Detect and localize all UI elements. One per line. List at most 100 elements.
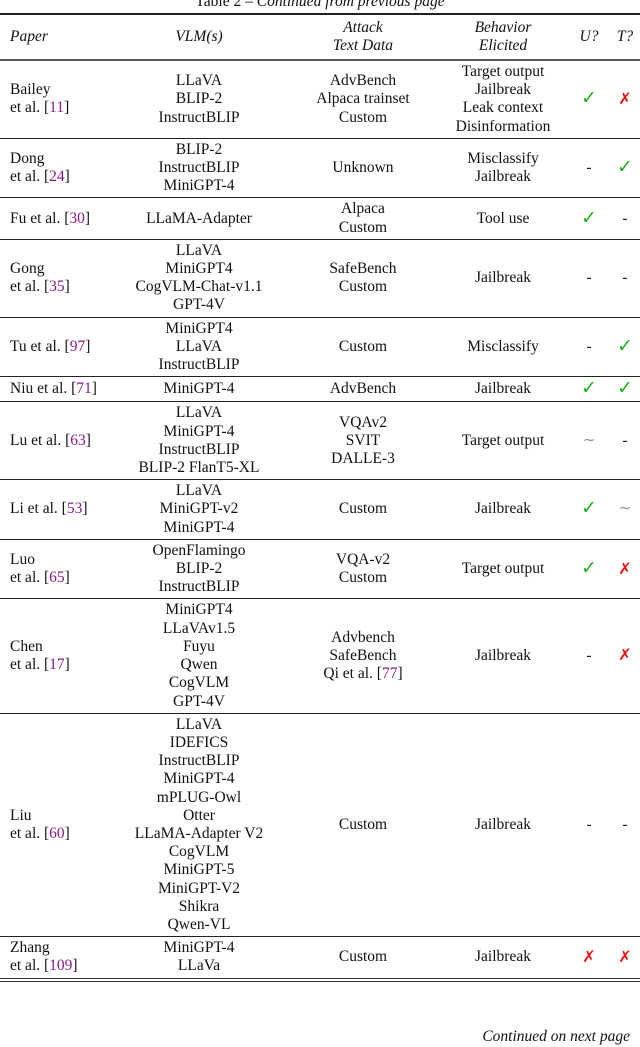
cross-icon: ✗: [618, 88, 632, 108]
attack-dataset-line: AdvBench: [288, 380, 438, 398]
u-cell: -: [568, 317, 610, 377]
table-row: Luo et al. [65] OpenFlamingo BLIP-2 Instruct…: [0, 539, 640, 599]
attack-dataset-line: SVIT: [288, 432, 438, 450]
paper-name-line: Fu et al. [30]: [10, 209, 91, 227]
attack-dataset-line: Alpaca: [288, 200, 438, 218]
attack-dataset-line: Custom: [288, 948, 438, 966]
behavior-item: Jailbreak: [475, 948, 531, 966]
behavior-item: Target output: [461, 560, 545, 578]
check-icon: ✓: [581, 377, 597, 400]
vlms-cell: MiniGPT4 LLaVAv1.5 Fuyu Qwen CogVLM GPT-4V: [110, 599, 288, 713]
check-icon: ✓: [581, 87, 597, 110]
vlm-name: MiniGPT-V2: [157, 879, 241, 897]
vlm-name: Otter: [183, 806, 215, 824]
attack-dataset-line: Custom: [288, 219, 438, 237]
citation-link[interactable]: 17: [49, 656, 65, 673]
behavior-cell: Misclassify: [438, 317, 568, 377]
attack-dataset-line: VQAv2: [288, 414, 438, 432]
behavior-cell: Jailbreak: [438, 480, 568, 540]
vlm-name: InstructBLIP: [158, 752, 240, 770]
vlms-cell: LLaVA IDEFICS InstructBLIP MiniGPT-4 mPLUG-O…: [110, 713, 288, 936]
paper-name-line: et al. [24]: [10, 168, 70, 186]
paper-name: et al.: [10, 278, 41, 296]
attack-data-cell: Alpaca Custom: [288, 198, 438, 239]
attack-data-cell: Advbench SafeBench Qi et al. [77]: [288, 599, 438, 713]
vlm-name: MiniGPT-4: [163, 770, 235, 788]
citation-link[interactable]: 97: [70, 338, 86, 355]
vlm-name: InstructBLIP: [158, 356, 240, 374]
attack-dataset: Custom: [338, 218, 388, 236]
t-cell: ✗: [610, 937, 640, 980]
t-cell: -: [610, 239, 640, 317]
u-cell: -: [568, 599, 610, 713]
t-cell: ✗: [610, 599, 640, 713]
vlm-name: LLaVA: [175, 241, 223, 259]
vlms-cell: LLaVA BLIP-2 InstructBLIP: [110, 60, 288, 138]
citation-link[interactable]: 53: [67, 500, 83, 517]
citation-link[interactable]: 71: [76, 380, 92, 397]
u-cell: ✗: [568, 937, 610, 980]
paper-name-line: et al. [11]: [10, 99, 70, 117]
t-cell: ✗: [610, 539, 640, 599]
attack-dataset: VQA-v2: [335, 550, 391, 568]
behavior-item: Target output: [461, 431, 545, 449]
attack-dataset: SVIT: [345, 431, 381, 449]
attack-dataset-line: SafeBench: [288, 647, 438, 665]
u-cell: -: [568, 239, 610, 317]
citation-link[interactable]: 24: [49, 168, 65, 185]
citation-link[interactable]: 60: [49, 825, 65, 842]
citation-link[interactable]: 35: [49, 278, 65, 295]
table-row: Dong et al. [24] BLIP-2 InstructBLIP MiniGPT…: [0, 138, 640, 198]
paper-name: Dong: [10, 149, 45, 167]
vlm-name: MiniGPT-4: [163, 939, 235, 957]
paper-name: Gong: [10, 260, 45, 278]
citation-link[interactable]: 109: [49, 957, 72, 974]
attack-dataset-line: DALLE-3: [288, 450, 438, 468]
citation-link[interactable]: 65: [49, 569, 65, 586]
attack-dataset: AdvBench: [329, 380, 397, 398]
behavior-item: Jailbreak: [475, 646, 531, 664]
citation-link[interactable]: 63: [70, 432, 86, 449]
attack-data-cell: VQAv2 SVIT DALLE-3: [288, 402, 438, 480]
table-row: Fu et al. [30] LLaMA-Adapter Alpaca Custom T…: [0, 198, 640, 240]
attack-data-cell: Custom: [288, 317, 438, 377]
dash-icon: -: [586, 646, 592, 664]
behavior-item: Disinformation: [455, 117, 551, 135]
header-line: Text Data: [332, 37, 394, 54]
dash-icon: -: [586, 159, 592, 177]
paper-name: et al.: [10, 824, 41, 842]
vlm-name: MiniGPT-4: [163, 177, 235, 195]
paper-name-line: et al. [60]: [10, 824, 70, 842]
table-body: Bailey et al. [11] LLaVA BLIP-2 InstructBLIP…: [0, 60, 640, 980]
vlm-name: InstructBLIP: [158, 440, 240, 458]
attack-dataset: DALLE-3: [331, 449, 395, 467]
paper-name: et al.: [10, 957, 41, 975]
behavior-cell: Target output: [438, 402, 568, 480]
vlm-name: OpenFlamingo: [152, 541, 246, 559]
citation-link[interactable]: 30: [69, 210, 85, 227]
paper-cell: Dong et al. [24]: [0, 138, 110, 198]
citation-link[interactable]: 11: [49, 99, 64, 116]
attack-data-cell: Unknown: [288, 138, 438, 198]
behavior-item: Leak context: [462, 99, 544, 117]
u-cell: ✓: [568, 539, 610, 599]
u-cell: -: [568, 138, 610, 198]
u-cell: ✓: [568, 60, 610, 138]
paper-name: Bailey: [10, 81, 51, 99]
citation-link[interactable]: 77: [382, 665, 398, 682]
vlm-name: BLIP-2: [175, 560, 223, 578]
attack-dataset: Advbench: [331, 628, 395, 646]
caption-label: Table 2 –: [195, 0, 257, 10]
check-icon: ✓: [617, 156, 633, 179]
paper-name-line: Liu: [10, 807, 110, 825]
header-behavior-elicited: Behavior Elicited: [438, 14, 568, 60]
paper-name-line: Niu et al. [71]: [10, 380, 97, 398]
header-u: U?: [568, 14, 610, 60]
behavior-item: Jailbreak: [475, 269, 531, 287]
vlm-name: InstructBLIP: [158, 578, 240, 596]
t-cell: -: [610, 198, 640, 239]
t-cell: -: [610, 713, 640, 936]
paper-name: Tu et al.: [10, 337, 61, 355]
attack-dataset-line: Qi et al. [77]: [323, 665, 403, 683]
attack-dataset: Custom: [338, 569, 388, 587]
